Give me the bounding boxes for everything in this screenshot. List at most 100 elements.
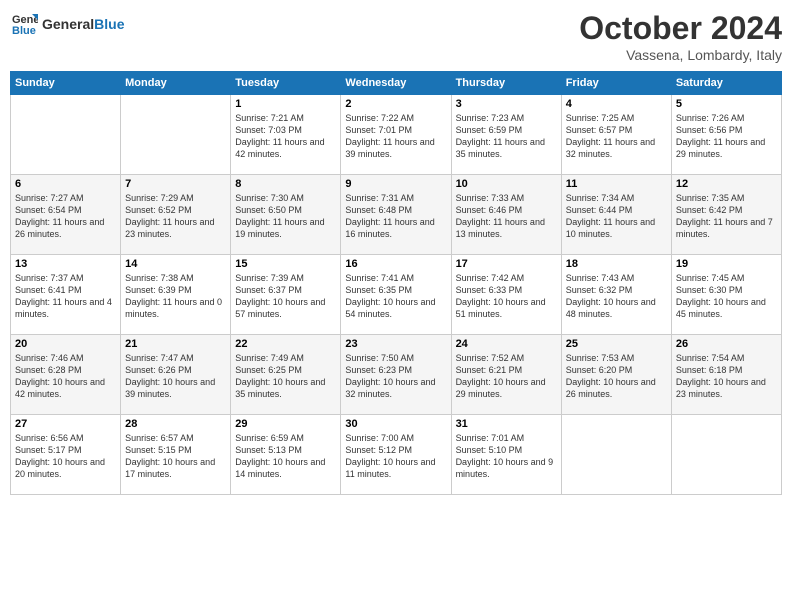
calendar-cell: 31Sunrise: 7:01 AMSunset: 5:10 PMDayligh… bbox=[451, 415, 561, 495]
calendar-cell: 15 Sunrise: 7:39 AMSunset: 6:37 PMDayligh… bbox=[231, 255, 341, 335]
day-number: 10 bbox=[456, 178, 557, 190]
day-detail: Sunrise: 7:31 AMSunset: 6:48 PMDaylight:… bbox=[345, 192, 446, 241]
calendar-cell: 17Sunrise: 7:42 AMSunset: 6:33 PMDayligh… bbox=[451, 255, 561, 335]
day-detail: Sunrise: 7:52 AMSunset: 6:21 PMDaylight:… bbox=[456, 352, 557, 401]
day-detail: Sunrise: 7:45 AMSunset: 6:30 PMDaylight:… bbox=[676, 272, 777, 321]
week-row-5: 27 Sunrise: 6:56 AMSunset: 5:17 PMDayligh… bbox=[11, 415, 782, 495]
weekday-header-sunday: Sunday bbox=[11, 72, 121, 95]
day-number: 18 bbox=[566, 258, 667, 270]
day-detail: Sunrise: 7:37 AMSunset: 6:41 PMDaylight:… bbox=[15, 272, 116, 321]
day-number: 29 bbox=[235, 418, 336, 430]
day-detail: Sunrise: 7:53 AMSunset: 6:20 PMDaylight:… bbox=[566, 352, 667, 401]
day-detail: Sunrise: 7:01 AMSunset: 5:10 PMDaylight:… bbox=[456, 432, 557, 481]
logo: General Blue GeneralBlue bbox=[10, 10, 124, 38]
calendar-cell: 6 Sunrise: 7:27 AMSunset: 6:54 PMDaylight… bbox=[11, 175, 121, 255]
calendar-cell: 7Sunrise: 7:29 AMSunset: 6:52 PMDaylight… bbox=[121, 175, 231, 255]
day-number: 8 bbox=[235, 178, 336, 190]
day-number: 19 bbox=[676, 258, 777, 270]
day-detail: Sunrise: 7:38 AMSunset: 6:39 PMDaylight:… bbox=[125, 272, 226, 321]
day-detail: Sunrise: 7:27 AMSunset: 6:54 PMDaylight:… bbox=[15, 192, 116, 241]
calendar-cell bbox=[121, 95, 231, 175]
weekday-header-saturday: Saturday bbox=[671, 72, 781, 95]
calendar-cell: 8 Sunrise: 7:30 AMSunset: 6:50 PMDaylight… bbox=[231, 175, 341, 255]
day-detail: Sunrise: 6:59 AMSunset: 5:13 PMDaylight:… bbox=[235, 432, 336, 481]
day-detail: Sunrise: 7:47 AMSunset: 6:26 PMDaylight:… bbox=[125, 352, 226, 401]
weekday-header-friday: Friday bbox=[561, 72, 671, 95]
day-number: 3 bbox=[456, 98, 557, 110]
day-number: 22 bbox=[235, 338, 336, 350]
calendar-cell: 27 Sunrise: 6:56 AMSunset: 5:17 PMDayligh… bbox=[11, 415, 121, 495]
day-number: 5 bbox=[676, 98, 777, 110]
day-number: 6 bbox=[15, 178, 116, 190]
day-number: 12 bbox=[676, 178, 777, 190]
day-number: 2 bbox=[345, 98, 446, 110]
day-number: 15 bbox=[235, 258, 336, 270]
calendar-cell: 9 Sunrise: 7:31 AMSunset: 6:48 PMDaylight… bbox=[341, 175, 451, 255]
day-number: 27 bbox=[15, 418, 116, 430]
calendar-cell: 11Sunrise: 7:34 AMSunset: 6:44 PMDayligh… bbox=[561, 175, 671, 255]
calendar-cell: 28Sunrise: 6:57 AMSunset: 5:15 PMDayligh… bbox=[121, 415, 231, 495]
day-number: 21 bbox=[125, 338, 226, 350]
day-detail: Sunrise: 7:46 AMSunset: 6:28 PMDaylight:… bbox=[15, 352, 116, 401]
calendar-cell: 14 Sunrise: 7:38 AMSunset: 6:39 PMDayligh… bbox=[121, 255, 231, 335]
calendar-cell: 10 Sunrise: 7:33 AMSunset: 6:46 PMDayligh… bbox=[451, 175, 561, 255]
day-detail: Sunrise: 7:29 AMSunset: 6:52 PMDaylight:… bbox=[125, 192, 226, 241]
weekday-header-monday: Monday bbox=[121, 72, 231, 95]
calendar-cell bbox=[671, 415, 781, 495]
header-row: SundayMondayTuesdayWednesdayThursdayFrid… bbox=[11, 72, 782, 95]
day-number: 26 bbox=[676, 338, 777, 350]
calendar-cell: 29 Sunrise: 6:59 AMSunset: 5:13 PMDayligh… bbox=[231, 415, 341, 495]
day-number: 25 bbox=[566, 338, 667, 350]
page-header: General Blue GeneralBlue October 2024 Va… bbox=[10, 10, 782, 63]
calendar-cell: 16 Sunrise: 7:41 AMSunset: 6:35 PMDayligh… bbox=[341, 255, 451, 335]
calendar-cell: 24 Sunrise: 7:52 AMSunset: 6:21 PMDayligh… bbox=[451, 335, 561, 415]
weekday-header-tuesday: Tuesday bbox=[231, 72, 341, 95]
day-detail: Sunrise: 7:50 AMSunset: 6:23 PMDaylight:… bbox=[345, 352, 446, 401]
calendar-cell: 21 Sunrise: 7:47 AMSunset: 6:26 PMDayligh… bbox=[121, 335, 231, 415]
day-number: 11 bbox=[566, 178, 667, 190]
day-detail: Sunrise: 7:42 AMSunset: 6:33 PMDaylight:… bbox=[456, 272, 557, 321]
logo-text: GeneralBlue bbox=[42, 16, 124, 32]
day-detail: Sunrise: 7:30 AMSunset: 6:50 PMDaylight:… bbox=[235, 192, 336, 241]
day-detail: Sunrise: 7:41 AMSunset: 6:35 PMDaylight:… bbox=[345, 272, 446, 321]
day-number: 9 bbox=[345, 178, 446, 190]
calendar-cell: 13 Sunrise: 7:37 AMSunset: 6:41 PMDayligh… bbox=[11, 255, 121, 335]
calendar-cell bbox=[561, 415, 671, 495]
title-area: October 2024 Vassena, Lombardy, Italy bbox=[579, 10, 782, 63]
day-detail: Sunrise: 6:57 AMSunset: 5:15 PMDaylight:… bbox=[125, 432, 226, 481]
calendar-cell: 12 Sunrise: 7:35 AMSunset: 6:42 PMDayligh… bbox=[671, 175, 781, 255]
calendar-cell: 22 Sunrise: 7:49 AMSunset: 6:25 PMDayligh… bbox=[231, 335, 341, 415]
day-number: 4 bbox=[566, 98, 667, 110]
calendar-cell: 18 Sunrise: 7:43 AMSunset: 6:32 PMDayligh… bbox=[561, 255, 671, 335]
day-number: 14 bbox=[125, 258, 226, 270]
day-detail: Sunrise: 7:25 AMSunset: 6:57 PMDaylight:… bbox=[566, 112, 667, 161]
calendar-cell: 19 Sunrise: 7:45 AMSunset: 6:30 PMDayligh… bbox=[671, 255, 781, 335]
day-detail: Sunrise: 7:39 AMSunset: 6:37 PMDaylight:… bbox=[235, 272, 336, 321]
day-detail: Sunrise: 7:23 AMSunset: 6:59 PMDaylight:… bbox=[456, 112, 557, 161]
svg-text:Blue: Blue bbox=[12, 25, 36, 37]
weekday-header-wednesday: Wednesday bbox=[341, 72, 451, 95]
day-detail: Sunrise: 7:33 AMSunset: 6:46 PMDaylight:… bbox=[456, 192, 557, 241]
day-number: 23 bbox=[345, 338, 446, 350]
calendar-cell: 1Sunrise: 7:21 AMSunset: 7:03 PMDaylight… bbox=[231, 95, 341, 175]
calendar-cell bbox=[11, 95, 121, 175]
day-detail: Sunrise: 7:49 AMSunset: 6:25 PMDaylight:… bbox=[235, 352, 336, 401]
month-title: October 2024 bbox=[579, 10, 782, 47]
day-number: 20 bbox=[15, 338, 116, 350]
calendar-cell: 25 Sunrise: 7:53 AMSunset: 6:20 PMDayligh… bbox=[561, 335, 671, 415]
day-number: 16 bbox=[345, 258, 446, 270]
calendar-cell: 30Sunrise: 7:00 AMSunset: 5:12 PMDayligh… bbox=[341, 415, 451, 495]
calendar-table: SundayMondayTuesdayWednesdayThursdayFrid… bbox=[10, 71, 782, 495]
day-detail: Sunrise: 7:43 AMSunset: 6:32 PMDaylight:… bbox=[566, 272, 667, 321]
calendar-cell: 23 Sunrise: 7:50 AMSunset: 6:23 PMDayligh… bbox=[341, 335, 451, 415]
calendar-cell: 5Sunrise: 7:26 AMSunset: 6:56 PMDaylight… bbox=[671, 95, 781, 175]
calendar-cell: 26Sunrise: 7:54 AMSunset: 6:18 PMDayligh… bbox=[671, 335, 781, 415]
week-row-2: 6 Sunrise: 7:27 AMSunset: 6:54 PMDaylight… bbox=[11, 175, 782, 255]
day-detail: Sunrise: 7:35 AMSunset: 6:42 PMDaylight:… bbox=[676, 192, 777, 241]
calendar-cell: 20 Sunrise: 7:46 AMSunset: 6:28 PMDayligh… bbox=[11, 335, 121, 415]
day-number: 24 bbox=[456, 338, 557, 350]
day-detail: Sunrise: 6:56 AMSunset: 5:17 PMDaylight:… bbox=[15, 432, 116, 481]
day-number: 13 bbox=[15, 258, 116, 270]
week-row-1: 1Sunrise: 7:21 AMSunset: 7:03 PMDaylight… bbox=[11, 95, 782, 175]
week-row-3: 13 Sunrise: 7:37 AMSunset: 6:41 PMDayligh… bbox=[11, 255, 782, 335]
